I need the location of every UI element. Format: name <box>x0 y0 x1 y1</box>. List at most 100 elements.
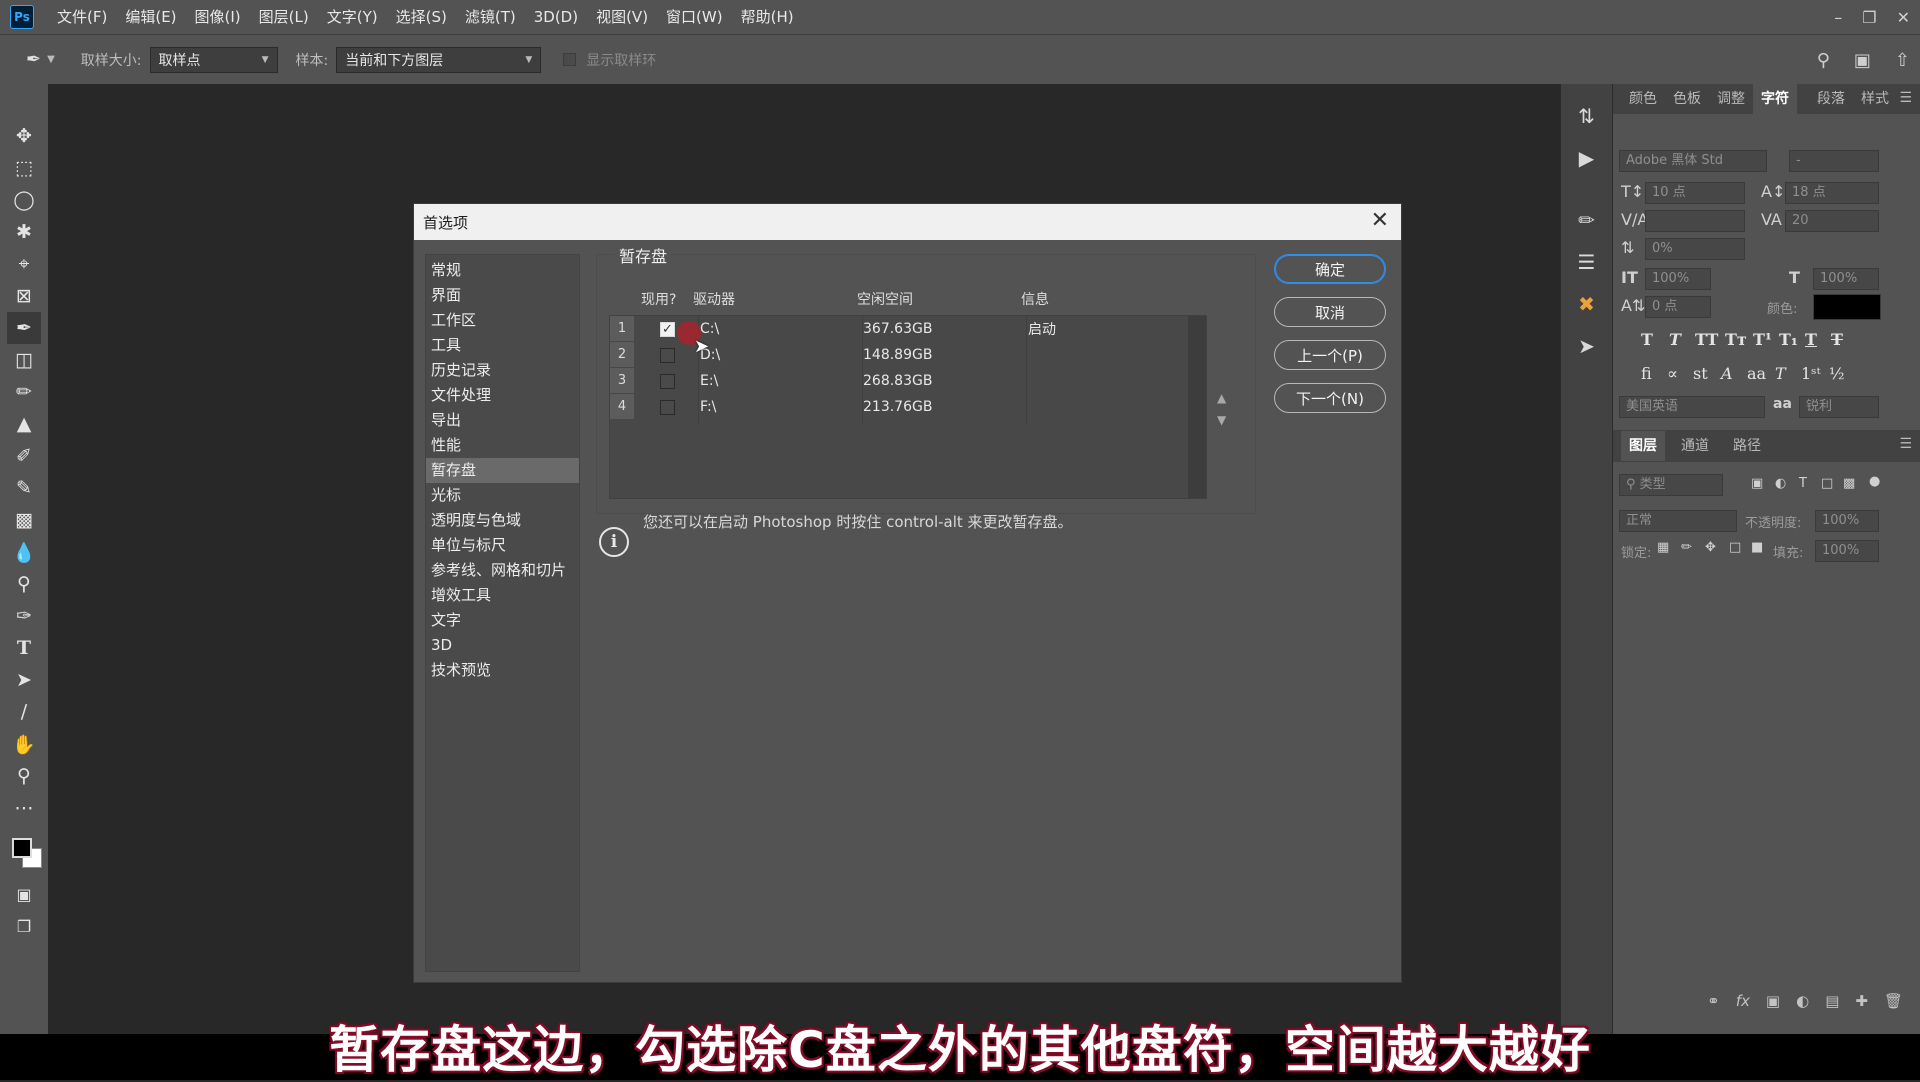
tab-paths[interactable]: 路径 <box>1725 431 1769 461</box>
nav-tools[interactable]: 工具 <box>426 333 579 358</box>
nav-general[interactable]: 常规 <box>426 258 579 283</box>
new-group-icon[interactable]: ▤ <box>1825 992 1839 1010</box>
nav-plugins[interactable]: 增效工具 <box>426 583 579 608</box>
tab-channels[interactable]: 通道 <box>1673 431 1717 461</box>
fill-field[interactable]: 100% <box>1815 540 1879 562</box>
tool-presets-icon[interactable]: ✖ <box>1571 290 1603 318</box>
lasso-tool-icon[interactable]: ◯ <box>7 184 41 216</box>
baseline-field[interactable]: 0 点 <box>1645 296 1711 318</box>
tab-adjustments[interactable]: 调整 <box>1709 84 1753 114</box>
nav-file-handling[interactable]: 文件处理 <box>426 383 579 408</box>
vertical-scale-field[interactable]: 100% <box>1645 268 1711 290</box>
font-size-field[interactable]: 10 点 <box>1645 182 1745 204</box>
menu-file[interactable]: 文件(F) <box>48 0 116 34</box>
table-scrollbar[interactable] <box>1188 316 1206 498</box>
fractions-icon[interactable]: ½ <box>1829 364 1845 383</box>
layers-menu-icon[interactable]: ☰ <box>1899 436 1912 452</box>
menu-view[interactable]: 视图(V) <box>587 0 657 34</box>
menu-image[interactable]: 图像(I) <box>186 0 250 34</box>
tab-swatches[interactable]: 色板 <box>1665 84 1709 114</box>
discretionary-ligatures-icon[interactable]: st <box>1693 364 1708 383</box>
restore-icon[interactable]: ❐ <box>1862 8 1876 27</box>
menu-help[interactable]: 帮助(H) <box>732 0 803 34</box>
lock-position-icon[interactable]: ✥ <box>1705 540 1716 555</box>
nav-interface[interactable]: 界面 <box>426 283 579 308</box>
adjustments-icon[interactable]: ☰ <box>1571 248 1603 276</box>
language-select[interactable]: 美国英语 <box>1619 396 1765 418</box>
lock-all-icon[interactable]: ■ <box>1751 540 1763 555</box>
font-family-select[interactable]: Adobe 黑体 Std <box>1619 150 1767 172</box>
tab-paragraph[interactable]: 段落 <box>1809 84 1853 114</box>
menu-select[interactable]: 选择(S) <box>387 0 456 34</box>
color-swatches[interactable] <box>6 832 42 872</box>
text-color-swatch[interactable] <box>1813 294 1881 320</box>
menu-edit[interactable]: 编辑(E) <box>116 0 185 34</box>
menu-window[interactable]: 窗口(W) <box>657 0 732 34</box>
lock-pixels-icon[interactable]: ✏ <box>1681 540 1692 555</box>
filter-type-icon[interactable]: T <box>1799 476 1807 491</box>
small-caps-icon[interactable]: Tт <box>1725 330 1747 349</box>
workspace-icon[interactable]: ▣ <box>1854 50 1871 71</box>
menu-layer[interactable]: 图层(L) <box>250 0 318 34</box>
faux-italic-icon[interactable]: T <box>1669 330 1681 349</box>
eyedropper-tool-icon[interactable]: ✒ <box>7 312 41 344</box>
opacity-field[interactable]: 100% <box>1815 510 1879 532</box>
tracking-field[interactable]: 20 <box>1785 210 1879 232</box>
lock-transparent-icon[interactable]: ▦ <box>1657 540 1669 555</box>
tab-styles[interactable]: 样式 <box>1853 84 1897 114</box>
filter-smart-object-icon[interactable]: ▩ <box>1843 476 1855 491</box>
ordinals-icon[interactable]: 1ˢᵗ <box>1801 364 1821 383</box>
link-layers-icon[interactable]: ⚭ <box>1707 992 1720 1010</box>
ok-button[interactable]: 确定 <box>1274 254 1386 284</box>
nav-history[interactable]: 历史记录 <box>426 358 579 383</box>
tab-layers[interactable]: 图层 <box>1621 431 1665 461</box>
search-icon[interactable]: ⚲ <box>1817 50 1830 71</box>
more-tools-icon[interactable]: ⋯ <box>7 792 41 824</box>
blur-tool-icon[interactable]: 💧 <box>7 536 41 568</box>
show-ring-checkbox[interactable] <box>563 53 577 66</box>
active-checkbox[interactable] <box>660 399 675 415</box>
new-layer-icon[interactable]: ✚ <box>1855 992 1868 1010</box>
faux-bold-icon[interactable]: T <box>1641 330 1653 349</box>
leading-field[interactable]: 18 点 <box>1785 182 1879 204</box>
filter-toggle-icon[interactable]: ● <box>1869 474 1880 489</box>
nav-guides-grid-slices[interactable]: 参考线、网格和切片 <box>426 558 579 583</box>
table-row[interactable]: 4 F:\ 213.76GB <box>610 394 1188 420</box>
filter-adjustment-icon[interactable]: ◐ <box>1775 476 1786 491</box>
nav-transparency-gamut[interactable]: 透明度与色域 <box>426 508 579 533</box>
cancel-button[interactable]: 取消 <box>1274 297 1386 327</box>
path-select-tool-icon[interactable]: ➤ <box>7 664 41 696</box>
tool-preset-chevron-icon[interactable]: ▼ <box>47 54 55 65</box>
history-brush-tool-icon[interactable]: ✐ <box>7 440 41 472</box>
nav-units-rulers[interactable]: 单位与标尺 <box>426 533 579 558</box>
gradient-tool-icon[interactable]: ▩ <box>7 504 41 536</box>
close-window-icon[interactable]: ✕ <box>1897 8 1910 27</box>
menu-type[interactable]: 文字(Y) <box>318 0 387 34</box>
sample-select[interactable]: 当前和下方图层 ▼ <box>336 46 542 73</box>
quick-mask-icon[interactable]: ▣ <box>7 878 41 910</box>
blend-mode-select[interactable]: 正常 <box>1619 510 1737 532</box>
tab-character[interactable]: 字符 <box>1753 84 1797 114</box>
move-tool-icon[interactable]: ✥ <box>7 120 41 152</box>
filter-shape-icon[interactable]: □ <box>1821 476 1833 491</box>
nav-technology-previews[interactable]: 技术预览 <box>426 658 579 683</box>
all-caps-icon[interactable]: TT <box>1695 330 1718 349</box>
crop-tool-icon[interactable]: ⌖ <box>7 248 41 280</box>
layer-style-icon[interactable]: fx <box>1736 992 1750 1010</box>
swash-icon[interactable]: A <box>1721 364 1733 383</box>
type-tool-icon[interactable]: T <box>7 632 41 664</box>
brush-settings-icon[interactable]: ✏ <box>1571 206 1603 234</box>
history-panel-icon[interactable]: ⇅ <box>1571 102 1603 130</box>
next-button[interactable]: 下一个(N) <box>1274 383 1386 413</box>
zoom-tool-icon[interactable]: ⚲ <box>7 760 41 792</box>
ligatures-icon[interactable]: ﬁ <box>1641 364 1652 383</box>
new-adjustment-icon[interactable]: ◐ <box>1796 992 1809 1010</box>
add-mask-icon[interactable]: ▣ <box>1766 992 1780 1010</box>
nav-3d[interactable]: 3D <box>426 633 579 658</box>
line-tool-icon[interactable]: ∕ <box>7 696 41 728</box>
panel-menu-icon[interactable]: ☰ <box>1899 90 1912 106</box>
nav-workspace[interactable]: 工作区 <box>426 308 579 333</box>
active-checkbox[interactable] <box>660 347 675 363</box>
hand-tool-icon[interactable]: ✋ <box>7 728 41 760</box>
close-icon[interactable]: ✕ <box>1371 208 1389 234</box>
